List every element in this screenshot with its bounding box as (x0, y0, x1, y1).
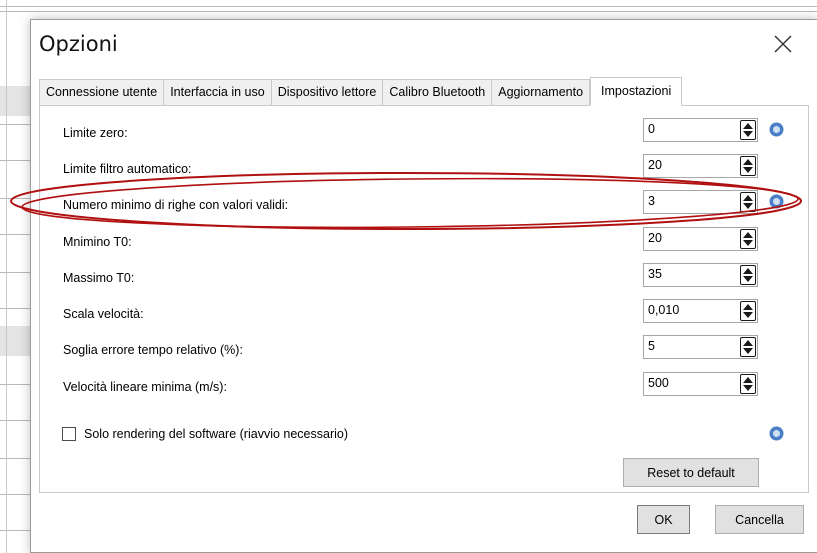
spinner-arrows-icon[interactable] (740, 301, 756, 321)
dialog-title: Opzioni (39, 32, 118, 56)
spinner-value[interactable]: 3 (648, 194, 655, 208)
ok-button[interactable]: OK (637, 505, 690, 534)
setting-row-soglia-errore: Soglia errore tempo relativo (%): 5 (40, 335, 808, 361)
setting-label: Scala velocità: (63, 307, 144, 321)
minimo-t0-spinner[interactable]: 20 (643, 227, 758, 251)
help-icon[interactable] (769, 122, 784, 137)
setting-row-massimo-t0: Massimo T0: 35 (40, 263, 808, 289)
spinner-value[interactable]: 0,010 (648, 303, 679, 317)
reset-to-default-button[interactable]: Reset to default (623, 458, 759, 487)
spinner-arrows-icon[interactable] (740, 120, 756, 140)
close-icon[interactable] (769, 30, 797, 58)
setting-row-minimo-t0: Mnimino T0: 20 (40, 227, 808, 253)
limite-zero-spinner[interactable]: 0 (643, 118, 758, 142)
tab-calibro-bluetooth[interactable]: Calibro Bluetooth (383, 79, 493, 105)
cancel-button[interactable]: Cancella (715, 505, 804, 534)
spinner-value[interactable]: 5 (648, 339, 655, 353)
spinner-value[interactable]: 0 (648, 122, 655, 136)
setting-label: Mnimino T0: (63, 235, 132, 249)
setting-row-limite-filtro: Limite filtro automatico: 20 (40, 154, 808, 180)
scala-velocita-spinner[interactable]: 0,010 (643, 299, 758, 323)
spinner-value[interactable]: 20 (648, 231, 662, 245)
setting-row-numero-minimo-righe: Numero minimo di righe con valori validi… (40, 190, 808, 216)
setting-row-limite-zero: Limite zero: 0 (40, 118, 808, 144)
spinner-arrows-icon[interactable] (740, 265, 756, 285)
setting-label: Massimo T0: (63, 271, 135, 285)
numero-minimo-righe-spinner[interactable]: 3 (643, 190, 758, 214)
spinner-arrows-icon[interactable] (740, 192, 756, 212)
tab-aggiornamento[interactable]: Aggiornamento (492, 79, 591, 105)
spinner-arrows-icon[interactable] (740, 374, 756, 394)
setting-label: Soglia errore tempo relativo (%): (63, 343, 243, 357)
soglia-errore-spinner[interactable]: 5 (643, 335, 758, 359)
setting-label: Velocità lineare minima (m/s): (63, 380, 227, 394)
setting-label: Limite filtro automatico: (63, 162, 192, 176)
spinner-value[interactable]: 35 (648, 267, 662, 281)
software-rendering-option[interactable]: Solo rendering del software (riavvio nec… (62, 425, 348, 443)
setting-row-scala-velocita: Scala velocità: 0,010 (40, 299, 808, 325)
spinner-arrows-icon[interactable] (740, 156, 756, 176)
massimo-t0-spinner[interactable]: 35 (643, 263, 758, 287)
help-icon[interactable] (769, 194, 784, 209)
help-icon[interactable] (769, 426, 784, 441)
spinner-value[interactable]: 500 (648, 376, 669, 390)
velocita-lineare-spinner[interactable]: 500 (643, 372, 758, 396)
setting-label: Numero minimo di righe con valori validi… (63, 198, 289, 212)
tab-dispositivo-lettore[interactable]: Dispositivo lettore (271, 79, 384, 105)
tab-interfaccia-in-uso[interactable]: Interfaccia in uso (164, 79, 272, 105)
settings-panel: Limite zero: 0 Limite filtro automatico:… (39, 105, 809, 493)
options-dialog: Opzioni Connessione utente Interfaccia i… (30, 19, 817, 553)
tab-impostazioni[interactable]: Impostazioni (590, 77, 683, 106)
tab-connessione-utente[interactable]: Connessione utente (39, 79, 165, 105)
spinner-value[interactable]: 20 (648, 158, 662, 172)
tab-strip: Connessione utente Interfaccia in uso Di… (39, 77, 683, 106)
setting-label: Limite zero: (63, 126, 128, 140)
setting-row-velocita-lineare: Velocità lineare minima (m/s): 500 (40, 372, 808, 398)
spinner-arrows-icon[interactable] (740, 229, 756, 249)
spinner-arrows-icon[interactable] (740, 337, 756, 357)
limite-filtro-spinner[interactable]: 20 (643, 154, 758, 178)
software-rendering-checkbox[interactable] (62, 427, 76, 441)
software-rendering-label: Solo rendering del software (riavvio nec… (84, 427, 349, 441)
